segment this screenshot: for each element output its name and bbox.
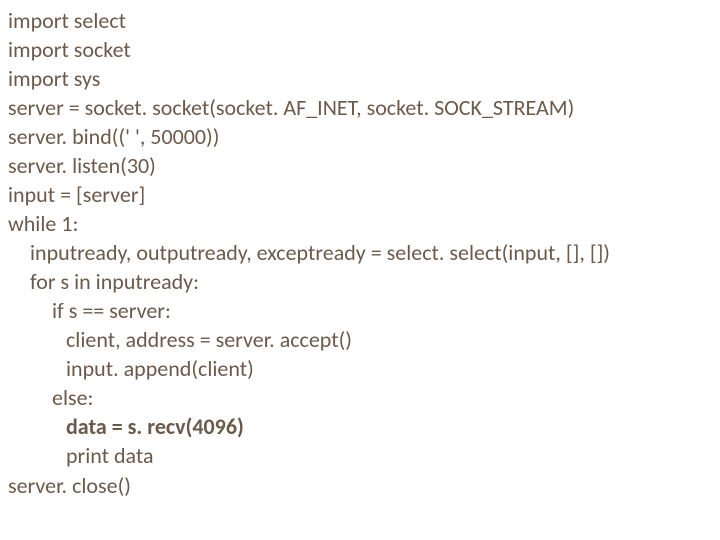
code-line: server. listen(30)	[8, 151, 720, 180]
code-line: server. bind((' ', 50000))	[8, 122, 720, 151]
code-line: inputready, outputready, exceptready = s…	[8, 238, 720, 267]
code-line: import socket	[8, 35, 720, 64]
code-line: if s == server:	[8, 296, 720, 325]
code-line: input. append(client)	[8, 354, 720, 383]
code-line: for s in inputready:	[8, 267, 720, 296]
code-line: while 1:	[8, 209, 720, 238]
code-line-bold: data = s. recv(4096)	[8, 412, 720, 441]
code-line: print data	[8, 441, 720, 470]
code-line: server = socket. socket(socket. AF_INET,…	[8, 93, 720, 122]
code-line: input = [server]	[8, 180, 720, 209]
code-snippet: import select import socket import sys s…	[0, 0, 720, 500]
code-line: server. close()	[8, 471, 720, 500]
code-line: client, address = server. accept()	[8, 325, 720, 354]
code-line: else:	[8, 383, 720, 412]
code-line: import sys	[8, 64, 720, 93]
code-line: import select	[8, 6, 720, 35]
